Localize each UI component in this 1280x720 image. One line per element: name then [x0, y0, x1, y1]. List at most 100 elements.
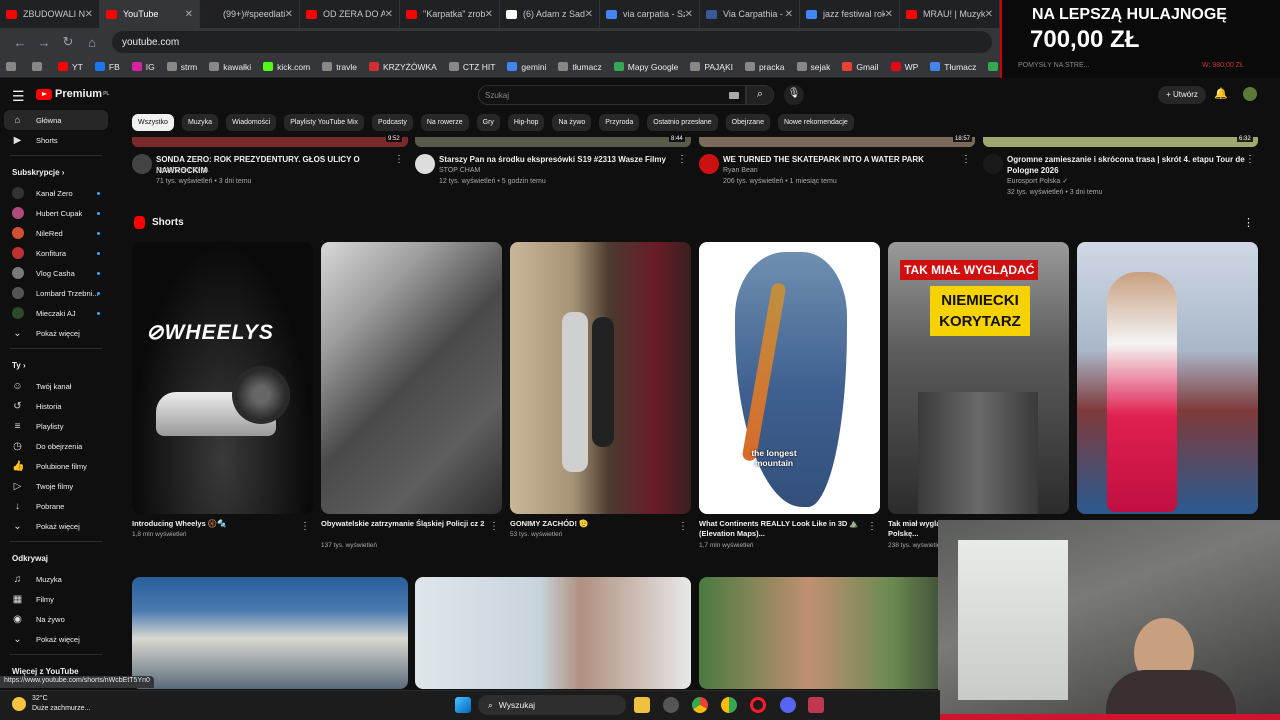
- video-thumbnail[interactable]: [983, 137, 1258, 147]
- video-thumbnail[interactable]: [132, 577, 408, 689]
- bookmark-item[interactable]: gemini: [507, 62, 546, 72]
- home-icon[interactable]: ⌂: [80, 35, 104, 50]
- browser-tab[interactable]: (6) Adam z Sadu ✕: [500, 0, 600, 28]
- more-options-icon[interactable]: ⋮: [961, 154, 971, 165]
- sidebar-item-subscription[interactable]: Mieczaki AJ: [0, 303, 112, 323]
- video-title[interactable]: Starszy Pan na środku ekspresówki S19 #2…: [439, 154, 679, 165]
- bookmark-item[interactable]: PAJĄKI: [690, 62, 733, 72]
- bookmark-item[interactable]: KRZYŻÓWKA: [369, 62, 437, 72]
- close-tab-icon[interactable]: ✕: [185, 9, 193, 20]
- video-thumbnail[interactable]: [415, 137, 691, 147]
- browser-tab[interactable]: YouTube ✕: [100, 0, 200, 28]
- mic-button[interactable]: 🎙: [784, 85, 804, 105]
- sidebar-item-you[interactable]: ☺ Twój kanał: [0, 376, 112, 396]
- back-icon[interactable]: ←: [8, 35, 32, 50]
- video-thumbnail[interactable]: [132, 137, 408, 147]
- short-title[interactable]: Obywatelskie zatrzymanie Śląskiej Policj…: [321, 519, 491, 529]
- sidebar-item-you[interactable]: ≡ Playlisty: [0, 416, 112, 436]
- close-tab-icon[interactable]: ✕: [385, 9, 393, 20]
- short-title[interactable]: GONIMY ZACHÓD! 🫡: [510, 519, 680, 529]
- bookmark-item[interactable]: kick.com: [263, 62, 310, 72]
- windows-start-icon[interactable]: [455, 697, 471, 713]
- sidebar-item-subscription[interactable]: Vlog Casha: [0, 263, 112, 283]
- sidebar-item-subscription[interactable]: Konfitura: [0, 243, 112, 263]
- channel-name[interactable]: Ryan Bean: [723, 165, 758, 176]
- filter-chip[interactable]: Wszystko: [132, 114, 174, 131]
- video-thumbnail[interactable]: [699, 577, 975, 689]
- more-options-icon[interactable]: ⋮: [867, 521, 877, 532]
- close-tab-icon[interactable]: ✕: [285, 9, 293, 20]
- filter-chip[interactable]: Muzyka: [181, 114, 219, 131]
- bookmark-item[interactable]: FB: [94, 62, 120, 72]
- filter-chip[interactable]: Playlisty YouTube Mix: [284, 114, 365, 131]
- filter-chip[interactable]: Ostatnio przesłane: [647, 114, 718, 131]
- browser-tab[interactable]: jazz festiwal rok ✕: [800, 0, 900, 28]
- forward-icon[interactable]: →: [32, 35, 56, 50]
- bookmark-item[interactable]: [6, 62, 20, 71]
- short-thumbnail[interactable]: the longest mountain: [699, 242, 880, 514]
- browser-tab[interactable]: MRAU! | Muzyk ✕: [900, 0, 1000, 28]
- short-thumbnail[interactable]: [321, 242, 502, 514]
- short-thumbnail[interactable]: [510, 242, 691, 514]
- sidebar-item-you[interactable]: ↓ Pobrane: [0, 496, 112, 516]
- close-tab-icon[interactable]: ✕: [685, 9, 693, 20]
- create-button[interactable]: + Utwórz: [1158, 86, 1206, 104]
- sidebar-item-explore[interactable]: ♫ Muzyka: [0, 569, 112, 589]
- short-thumbnail[interactable]: [1077, 242, 1258, 514]
- sidebar-item-subscription[interactable]: Kanał Zero: [0, 183, 112, 203]
- close-tab-icon[interactable]: ✕: [485, 9, 493, 20]
- more-options-icon[interactable]: ⋮: [1245, 154, 1255, 165]
- filter-chip[interactable]: Nowe rekomendacje: [777, 114, 854, 131]
- browser-tab[interactable]: "Karpatka" zrob ✕: [400, 0, 500, 28]
- bookmark-item[interactable]: pracka: [745, 62, 785, 72]
- channel-name[interactable]: Kanał Zero Extra: [156, 165, 209, 176]
- sidebar-item-you[interactable]: ⌄ Pokaż więcej: [0, 516, 112, 536]
- browser-tab[interactable]: Via Carpathia - ✕: [700, 0, 800, 28]
- bookmark-item[interactable]: WP: [890, 62, 918, 72]
- chrome-icon[interactable]: [692, 697, 708, 713]
- sidebar-item-you[interactable]: ◷ Do obejrzenia: [0, 436, 112, 456]
- filter-chip[interactable]: Podcasty: [372, 114, 413, 131]
- sidebar-item-subscription[interactable]: Lombard Trzebni...: [0, 283, 112, 303]
- browser-tab[interactable]: via carpatia - Sz ✕: [600, 0, 700, 28]
- sidebar-item-shorts[interactable]: ▶ Shorts: [0, 130, 112, 150]
- short-title[interactable]: What Continents REALLY Look Like in 3D ⛰…: [699, 519, 869, 539]
- close-tab-icon[interactable]: ✕: [985, 9, 993, 20]
- url-field[interactable]: youtube.com: [112, 31, 992, 53]
- browser-tab[interactable]: ZBUDOWALI NAJ✕: [0, 0, 100, 28]
- short-title[interactable]: Introducing Wheelys 🛞🔩: [132, 519, 302, 529]
- short-thumbnail[interactable]: TAK MIAŁ WYGLĄDAĆ NIEMIECKI KORYTARZ: [888, 242, 1069, 514]
- file-explorer-icon[interactable]: [634, 697, 650, 713]
- discord-icon[interactable]: [780, 697, 796, 713]
- bookmark-item[interactable]: CTZ HIT: [448, 62, 495, 72]
- close-tab-icon[interactable]: ✕: [785, 9, 793, 20]
- reload-icon[interactable]: ↻: [56, 34, 80, 50]
- subscriptions-header[interactable]: Subskrypcje ›: [0, 161, 112, 183]
- close-tab-icon[interactable]: ✕: [585, 9, 593, 20]
- short-thumbnail[interactable]: ⊘WHEELYS: [132, 242, 313, 514]
- bookmark-item[interactable]: tłumacz: [558, 62, 602, 72]
- sidebar-item-subscription[interactable]: NileRed: [0, 223, 112, 243]
- filter-chip[interactable]: Wiadomości: [226, 114, 277, 131]
- channel-avatar[interactable]: [983, 154, 1003, 174]
- sidebar-item-you[interactable]: ▷ Twoje filmy: [0, 476, 112, 496]
- bookmark-item[interactable]: strm: [166, 62, 197, 72]
- channel-avatar[interactable]: [132, 154, 152, 174]
- weather-widget[interactable]: 32°C Duże zachmurze...: [12, 694, 90, 714]
- video-title[interactable]: Ogromne zamieszanie i skrócona trasa | s…: [1007, 154, 1247, 176]
- video-thumbnail[interactable]: [415, 577, 691, 689]
- bookmark-item[interactable]: YT: [58, 62, 83, 72]
- more-options-icon[interactable]: ⋮: [677, 154, 687, 165]
- menu-icon[interactable]: ☰: [12, 88, 25, 105]
- filter-chip[interactable]: Hip-hop: [507, 114, 545, 131]
- close-tab-icon[interactable]: ✕: [885, 9, 893, 20]
- sidebar-item-you[interactable]: 👍 Polubione filmy: [0, 456, 112, 476]
- opera-icon[interactable]: [750, 697, 766, 713]
- browser-tab[interactable]: OD ZERA DO AUT✕: [300, 0, 400, 28]
- sidebar-item-explore[interactable]: ◉ Na żywo: [0, 609, 112, 629]
- sidebar-item-home[interactable]: ⌂ Główna: [4, 110, 108, 130]
- avatar[interactable]: [1243, 87, 1257, 101]
- channel-name[interactable]: Eurosport Polska ✓: [1007, 176, 1068, 187]
- sidebar-item-subscription[interactable]: Hubert Cupak: [0, 203, 112, 223]
- filter-chip[interactable]: Na rowerze: [420, 114, 469, 131]
